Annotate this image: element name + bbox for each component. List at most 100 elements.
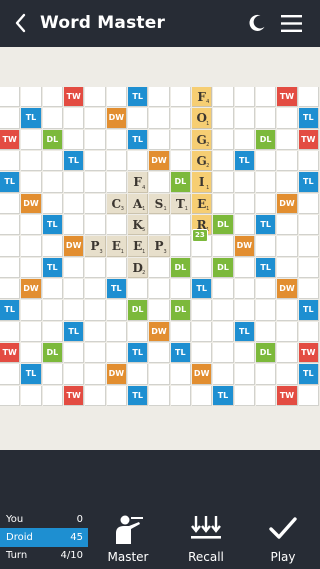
- bonus-square-tw[interactable]: TW: [64, 87, 85, 108]
- bonus-square-tl[interactable]: TL: [128, 129, 149, 150]
- board-square[interactable]: [170, 151, 191, 172]
- board-square[interactable]: [149, 215, 170, 236]
- board-square[interactable]: [234, 364, 255, 385]
- bonus-square-tl[interactable]: TL: [298, 172, 319, 193]
- board-square[interactable]: [234, 129, 255, 150]
- board-square[interactable]: [149, 343, 170, 364]
- board-square[interactable]: [128, 279, 149, 300]
- board-square[interactable]: [85, 87, 106, 108]
- board-square[interactable]: [170, 108, 191, 129]
- bonus-square-tl[interactable]: TL: [128, 385, 149, 406]
- board-square[interactable]: [256, 300, 277, 321]
- bonus-square-tl[interactable]: TL: [170, 343, 191, 364]
- board-square[interactable]: [42, 236, 63, 257]
- letter-tile[interactable]: A1: [128, 193, 149, 214]
- board-square[interactable]: [21, 385, 42, 406]
- board-square[interactable]: [0, 279, 21, 300]
- board-square[interactable]: [213, 193, 234, 214]
- bonus-square-tl[interactable]: TL: [106, 279, 127, 300]
- board-square[interactable]: [277, 151, 298, 172]
- board-square[interactable]: [277, 321, 298, 342]
- board-square[interactable]: [298, 321, 319, 342]
- board-square[interactable]: [298, 215, 319, 236]
- letter-tile[interactable]: F4: [192, 87, 213, 108]
- board-square[interactable]: [170, 385, 191, 406]
- board-square[interactable]: [21, 129, 42, 150]
- board-square[interactable]: [256, 279, 277, 300]
- board-square[interactable]: [298, 385, 319, 406]
- board-square[interactable]: [42, 193, 63, 214]
- bonus-square-tl[interactable]: TL: [234, 321, 255, 342]
- bonus-square-tl[interactable]: TL: [21, 364, 42, 385]
- board-square[interactable]: [234, 87, 255, 108]
- board-square[interactable]: [42, 87, 63, 108]
- board-square[interactable]: [64, 257, 85, 278]
- bonus-square-tl[interactable]: TL: [298, 364, 319, 385]
- letter-tile[interactable]: E1: [192, 193, 213, 214]
- board-square[interactable]: [85, 129, 106, 150]
- bonus-square-dl[interactable]: DL: [42, 129, 63, 150]
- board-square[interactable]: [106, 343, 127, 364]
- board-square[interactable]: [149, 87, 170, 108]
- board-square[interactable]: [0, 108, 21, 129]
- board-square[interactable]: [213, 300, 234, 321]
- board-square[interactable]: [149, 364, 170, 385]
- bonus-square-tw[interactable]: TW: [0, 129, 21, 150]
- board-square[interactable]: [85, 364, 106, 385]
- board-square[interactable]: [213, 172, 234, 193]
- board-square[interactable]: [106, 215, 127, 236]
- board-square[interactable]: [21, 215, 42, 236]
- board-square[interactable]: [21, 151, 42, 172]
- bonus-square-tl[interactable]: TL: [128, 343, 149, 364]
- board-square[interactable]: [170, 279, 191, 300]
- hamburger-menu-icon[interactable]: [281, 15, 302, 32]
- board-square[interactable]: [213, 151, 234, 172]
- board-square[interactable]: [85, 215, 106, 236]
- board-square[interactable]: [106, 172, 127, 193]
- board-square[interactable]: [234, 193, 255, 214]
- board-square[interactable]: [42, 151, 63, 172]
- bonus-square-dw[interactable]: DW: [21, 279, 42, 300]
- board-square[interactable]: [64, 193, 85, 214]
- board-square[interactable]: [85, 300, 106, 321]
- board-square[interactable]: [21, 87, 42, 108]
- board-square[interactable]: [149, 300, 170, 321]
- board-square[interactable]: [128, 364, 149, 385]
- board-square[interactable]: [234, 385, 255, 406]
- board-square[interactable]: [277, 129, 298, 150]
- bonus-square-dw[interactable]: DW: [106, 108, 127, 129]
- board-square[interactable]: [128, 151, 149, 172]
- board-square[interactable]: [277, 108, 298, 129]
- board-square[interactable]: [128, 321, 149, 342]
- board-square[interactable]: [256, 321, 277, 342]
- board-square[interactable]: [0, 215, 21, 236]
- board-square[interactable]: [85, 321, 106, 342]
- board-square[interactable]: [21, 236, 42, 257]
- bonus-square-tl[interactable]: TL: [0, 172, 21, 193]
- board-square[interactable]: [64, 279, 85, 300]
- board-square[interactable]: [213, 129, 234, 150]
- board-square[interactable]: [256, 364, 277, 385]
- bonus-square-tl[interactable]: TL: [192, 279, 213, 300]
- board-square[interactable]: [85, 151, 106, 172]
- board-square[interactable]: [234, 108, 255, 129]
- board-square[interactable]: [277, 300, 298, 321]
- bonus-square-tl[interactable]: TL: [298, 300, 319, 321]
- bonus-square-tl[interactable]: TL: [213, 385, 234, 406]
- board-square[interactable]: [213, 343, 234, 364]
- moon-icon[interactable]: [247, 13, 267, 33]
- board-square[interactable]: [277, 364, 298, 385]
- letter-tile[interactable]: K5: [128, 215, 149, 236]
- bonus-square-dl[interactable]: DL: [170, 300, 191, 321]
- board-square[interactable]: [213, 236, 234, 257]
- bonus-square-tl[interactable]: TL: [128, 87, 149, 108]
- board-square[interactable]: [85, 172, 106, 193]
- bonus-square-tl[interactable]: TL: [256, 215, 277, 236]
- play-button[interactable]: Play: [253, 514, 313, 566]
- board-square[interactable]: [149, 129, 170, 150]
- bonus-square-dl[interactable]: DL: [42, 343, 63, 364]
- bonus-square-dl[interactable]: DL: [213, 257, 234, 278]
- letter-tile[interactable]: D2: [128, 257, 149, 278]
- board-square[interactable]: [213, 364, 234, 385]
- board-square[interactable]: [149, 172, 170, 193]
